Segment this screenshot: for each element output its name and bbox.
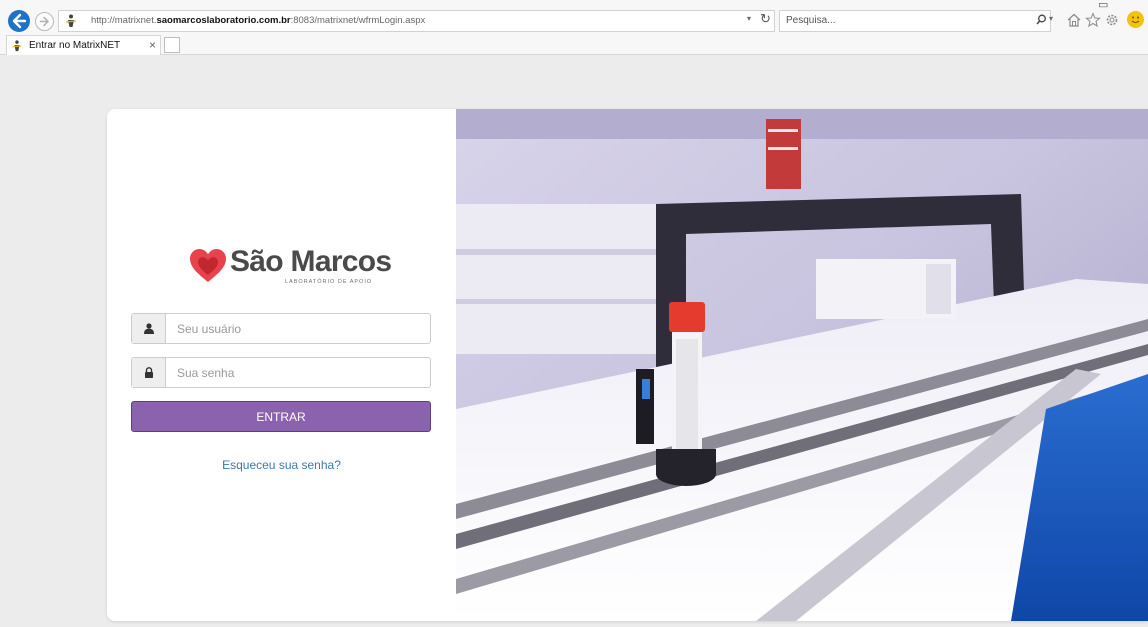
- back-button[interactable]: [8, 10, 30, 32]
- page-icon: [66, 14, 76, 27]
- lock-icon: [145, 367, 153, 378]
- tab-title: Entrar no MatrixNET: [29, 40, 121, 51]
- address-bar[interactable]: http://matrixnet.saomarcoslaboratorio.co…: [58, 10, 775, 32]
- scroll-up-icon[interactable]: ˆ: [1127, 0, 1131, 8]
- password-input[interactable]: [167, 358, 429, 387]
- password-addon: [132, 358, 166, 387]
- url-path: :8083/matrixnet/wfrmLogin.aspx: [290, 15, 426, 26]
- login-card: São Marcos LABORATÓRIO DE APOIO ENTRAR: [107, 109, 1148, 621]
- url-prefix: http://matrixnet.: [91, 15, 157, 26]
- home-icon[interactable]: [1066, 12, 1082, 28]
- user-icon: [144, 323, 154, 334]
- forgot-password-link[interactable]: Esqueceu sua senha?: [107, 458, 456, 472]
- heart-icon: [190, 249, 226, 282]
- back-arrow-icon: [12, 13, 27, 29]
- refresh-icon[interactable]: ↻: [760, 11, 771, 27]
- smiley-icon[interactable]: [1127, 11, 1144, 28]
- password-field: [131, 357, 431, 388]
- gear-icon[interactable]: [1104, 12, 1120, 28]
- address-dropdown-icon[interactable]: ▾: [747, 14, 751, 23]
- restore-window-icon[interactable]: ▭: [1098, 0, 1108, 11]
- laboratory-image: [456, 109, 1148, 621]
- url-domain: saomarcoslaboratorio.com.br: [156, 15, 291, 26]
- close-tab-icon[interactable]: ×: [149, 36, 156, 55]
- lab-photo: [456, 109, 1148, 621]
- search-dropdown-icon[interactable]: ▾: [1049, 14, 1053, 23]
- username-addon: [132, 314, 166, 343]
- brand-name: São Marcos: [230, 245, 392, 278]
- username-field: [131, 313, 431, 344]
- page-icon: [12, 40, 22, 52]
- brand-tagline: LABORATÓRIO DE APOIO: [285, 279, 373, 285]
- search-input[interactable]: Pesquisa...: [779, 10, 1051, 32]
- sao-marcos-logo: São Marcos LABORATÓRIO DE APOIO: [189, 245, 392, 288]
- star-icon[interactable]: [1085, 12, 1101, 28]
- forward-button[interactable]: [35, 12, 54, 31]
- forward-arrow-icon: [39, 16, 49, 27]
- search-icon[interactable]: [1036, 14, 1047, 25]
- tab-entrar-matrixnet[interactable]: Entrar no MatrixNET ×: [6, 35, 161, 55]
- browser-chrome: http://matrixnet.saomarcoslaboratorio.co…: [0, 0, 1148, 55]
- login-panel: São Marcos LABORATÓRIO DE APOIO ENTRAR: [107, 109, 456, 621]
- entrar-button[interactable]: ENTRAR: [131, 401, 431, 432]
- username-input[interactable]: [167, 314, 429, 343]
- new-tab-button[interactable]: [164, 37, 180, 53]
